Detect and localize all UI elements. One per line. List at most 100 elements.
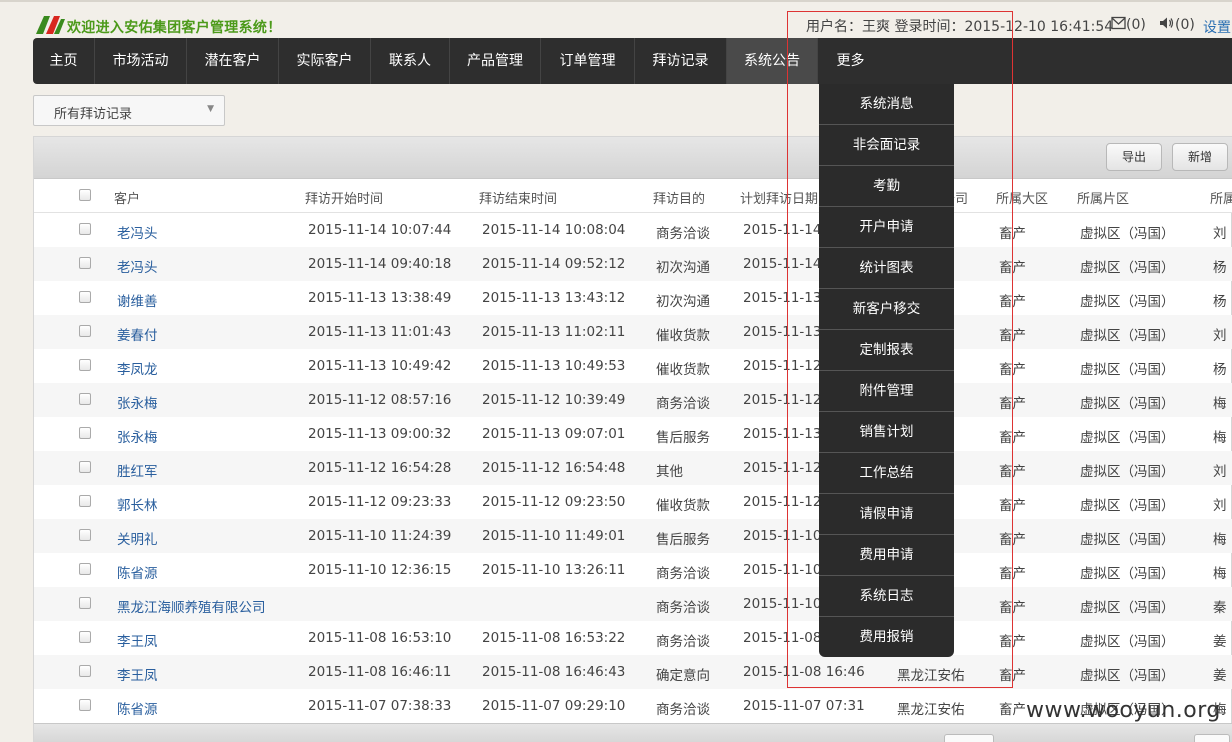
cell-customer[interactable]: 关明礼 [117,528,158,548]
cell-region: 畜产 [999,702,1026,718]
settings-link[interactable]: 设置 [1203,17,1231,37]
table-row[interactable]: 姜春付 2015-11-13 11:01:43 2015-11-13 11:02:1… [34,315,1232,349]
messages-count: (0) [1126,17,1146,33]
cell-customer[interactable]: 李凤龙 [117,358,158,378]
select-all-checkbox[interactable] [79,189,91,201]
cell-end-time: 2015-11-14 09:52:12 [482,256,626,272]
table-row[interactable]: 老冯头 2015-11-14 09:40:18 2015-11-14 09:52:1… [34,247,1232,281]
column-header-owner[interactable]: 所属 [1210,188,1232,207]
nav-item-announcements[interactable]: 系统公告 [727,38,818,84]
row-checkbox[interactable] [79,223,91,235]
column-header-plan-date[interactable]: 计划拜访日期 [740,188,818,207]
row-checkbox[interactable] [79,699,91,711]
export-button[interactable]: 导出 [1106,143,1162,171]
column-header-end-time[interactable]: 拜访结束时间 [479,188,557,207]
column-header-start-time[interactable]: 拜访开始时间 [305,188,383,207]
cell-end-time: 2015-11-10 13:26:11 [482,562,626,578]
cell-customer[interactable]: 张永梅 [117,426,158,446]
dropdown-item[interactable]: 附件管理 [819,371,954,412]
cell-area: 虚拟区（冯国） [1080,362,1175,378]
row-checkbox[interactable] [79,563,91,575]
dropdown-item[interactable]: 系统日志 [819,576,954,617]
dropdown-item[interactable]: 新客户移交 [819,289,954,330]
cell-customer[interactable]: 黑龙江海顺养殖有限公司 [117,596,266,616]
dropdown-item[interactable]: 考勤 [819,166,954,207]
cell-customer[interactable]: 姜春付 [117,324,158,344]
table-row[interactable]: 张永梅 2015-11-13 09:00:32 2015-11-13 09:07:0… [34,417,1232,451]
dropdown-item[interactable]: 统计图表 [819,248,954,289]
cell-start-time: 2015-11-08 16:46:11 [308,664,452,680]
table-row[interactable]: 张永梅 2015-11-12 08:57:16 2015-11-12 10:39:4… [34,383,1232,417]
cell-owner: 刘 [1213,464,1227,480]
table-row[interactable]: 老冯头 2015-11-14 10:07:44 2015-11-14 10:08:0… [34,213,1232,247]
row-checkbox[interactable] [79,359,91,371]
table-header: 客户 拜访开始时间 拜访结束时间 拜访目的 计划拜访日期 公司 所属大区 所属片… [34,179,1232,213]
table-row[interactable]: 李王凤 2015-11-08 16:46:11 2015-11-08 16:46:4… [34,655,1232,689]
row-checkbox[interactable] [79,461,91,473]
visit-filter-select[interactable]: 所有拜访记录 ▼ [33,95,225,126]
cell-customer[interactable]: 陈省源 [117,562,158,582]
sound-toggle[interactable]: (0) [1159,16,1195,34]
cell-region: 畜产 [999,430,1026,446]
dropdown-item[interactable]: 系统消息 [819,84,954,125]
cell-customer[interactable]: 老冯头 [117,222,158,242]
page-size-select[interactable] [944,734,994,742]
cell-customer[interactable]: 谢维善 [117,290,158,310]
dropdown-item[interactable]: 非会面记录 [819,125,954,166]
table-row[interactable]: 胜红军 2015-11-12 16:54:28 2015-11-12 16:54:4… [34,451,1232,485]
add-button[interactable]: 新增 [1172,143,1228,171]
column-header-customer[interactable]: 客户 [114,188,140,207]
column-header-region[interactable]: 所属大区 [996,188,1048,207]
dropdown-item[interactable]: 开户申请 [819,207,954,248]
row-checkbox[interactable] [79,631,91,643]
cell-customer[interactable]: 陈省源 [117,698,158,718]
messages-link[interactable]: (0) [1111,16,1146,34]
dropdown-item[interactable]: 请假申请 [819,494,954,535]
row-checkbox[interactable] [79,257,91,269]
dropdown-item[interactable]: 工作总结 [819,453,954,494]
cell-customer[interactable]: 李王凤 [117,630,158,650]
cell-customer[interactable]: 胜红军 [117,460,158,480]
nav-item-marketing[interactable]: 市场活动 [95,38,187,84]
row-checkbox[interactable] [79,597,91,609]
row-checkbox[interactable] [79,427,91,439]
nav-item-orders[interactable]: 订单管理 [541,38,635,84]
table-row[interactable]: 关明礼 2015-11-10 11:24:39 2015-11-10 11:49:0… [34,519,1232,553]
cell-start-time: 2015-11-13 10:49:42 [308,358,452,374]
nav-item-products[interactable]: 产品管理 [450,38,541,84]
cell-start-time: 2015-11-14 10:07:44 [308,222,452,238]
nav-item-home[interactable]: 主页 [33,38,95,84]
table-row[interactable]: 李王凤 2015-11-08 16:53:10 2015-11-08 16:53:2… [34,621,1232,655]
table-row[interactable]: 郭长林 2015-11-12 09:23:33 2015-11-12 09:23:5… [34,485,1232,519]
dropdown-item[interactable]: 销售计划 [819,412,954,453]
row-checkbox[interactable] [79,529,91,541]
row-checkbox[interactable] [79,495,91,507]
page-input[interactable] [1194,734,1230,742]
cell-purpose: 商务洽谈 [656,600,710,616]
nav-item-actual-customers[interactable]: 实际客户 [279,38,371,84]
nav-item-contacts[interactable]: 联系人 [371,38,450,84]
dropdown-item[interactable]: 费用申请 [819,535,954,576]
cell-customer[interactable]: 张永梅 [117,392,158,412]
table-row[interactable]: 陈省源 2015-11-10 12:36:15 2015-11-10 13:26:1… [34,553,1232,587]
cell-customer[interactable]: 郭长林 [117,494,158,514]
nav-item-potential-customers[interactable]: 潜在客户 [187,38,279,84]
cell-customer[interactable]: 李王凤 [117,664,158,684]
column-header-area[interactable]: 所属片区 [1077,188,1129,207]
row-checkbox[interactable] [79,291,91,303]
column-header-purpose[interactable]: 拜访目的 [653,188,705,207]
cell-owner: 刘 [1213,226,1227,242]
row-checkbox[interactable] [79,665,91,677]
table-row[interactable]: 谢维善 2015-11-13 13:38:49 2015-11-13 13:43:1… [34,281,1232,315]
table-row[interactable]: 黑龙江海顺养殖有限公司商务洽谈2015-11-10佑畜产虚拟区（冯国）秦 [34,587,1232,621]
cell-plan-date: 2015-11-13 [743,290,822,306]
table-row[interactable]: 李凤龙 2015-11-13 10:49:42 2015-11-13 10:49:5… [34,349,1232,383]
dropdown-item[interactable]: 费用报销 [819,617,954,658]
nav-item-more[interactable]: 更多 [818,38,883,84]
cell-plan-date: 2015-11-12 [743,358,822,374]
nav-item-visits[interactable]: 拜访记录 [635,38,727,84]
dropdown-item[interactable]: 定制报表 [819,330,954,371]
row-checkbox[interactable] [79,393,91,405]
row-checkbox[interactable] [79,325,91,337]
cell-customer[interactable]: 老冯头 [117,256,158,276]
